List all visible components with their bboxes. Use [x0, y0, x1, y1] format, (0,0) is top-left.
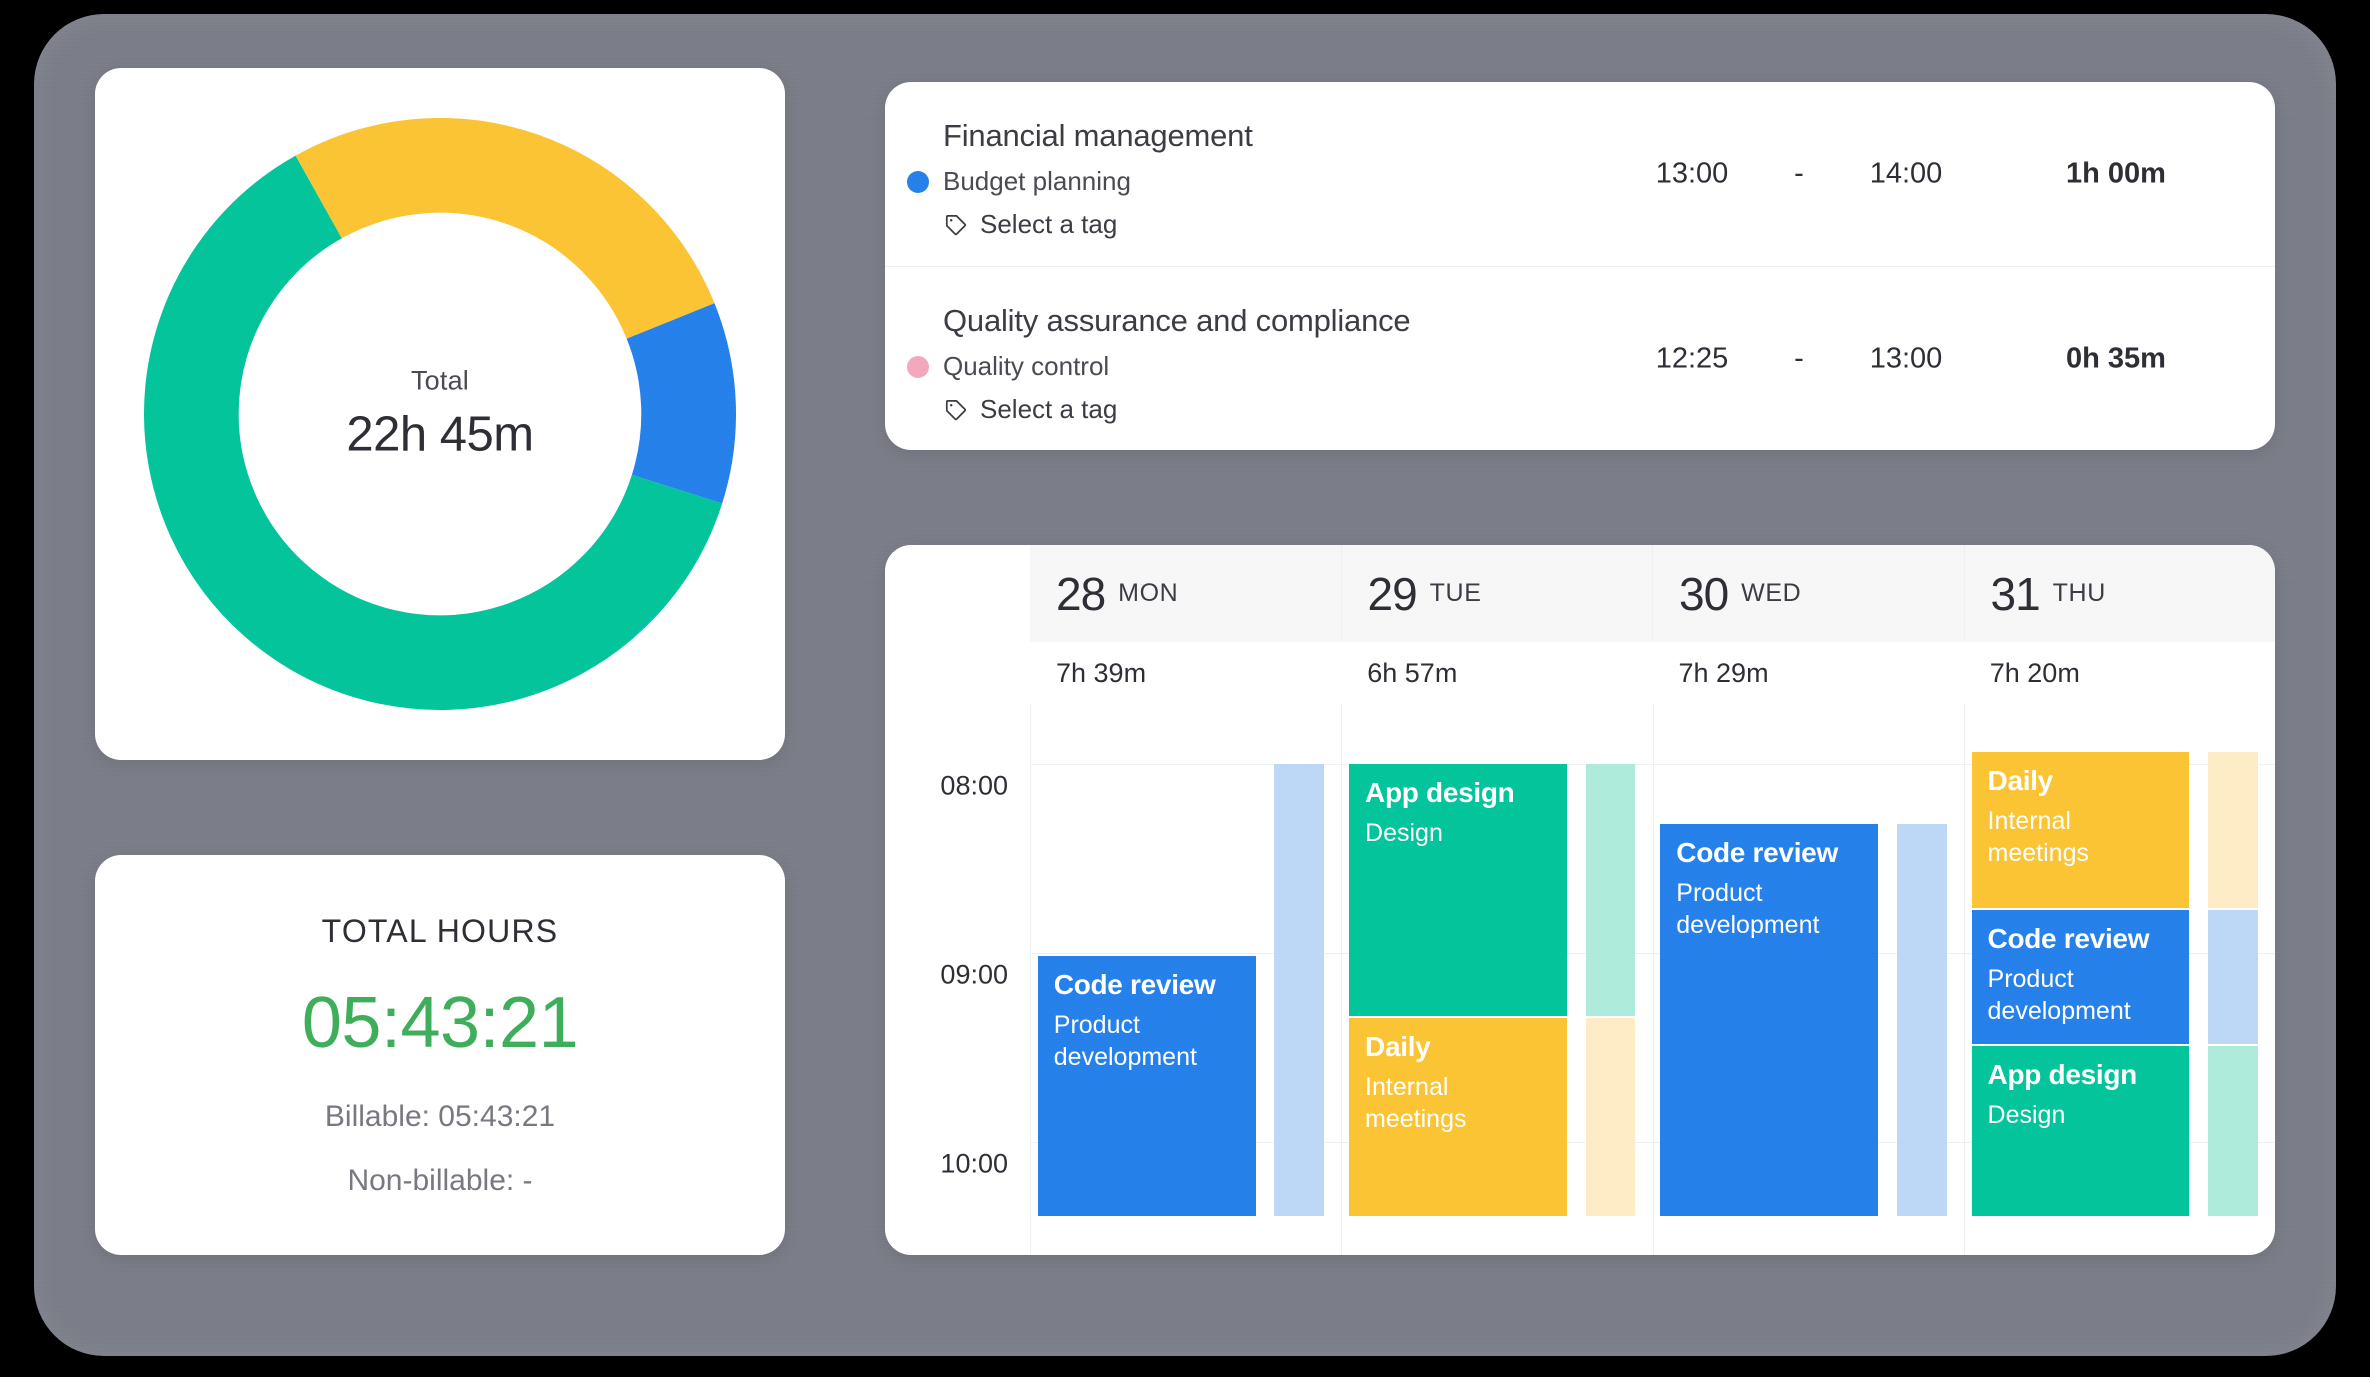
calendar-event-ghost-bar	[1586, 764, 1636, 1016]
calendar-event[interactable]: App design Design	[1349, 764, 1567, 1016]
calendar-event-project: Product development	[1676, 877, 1866, 941]
calendar-day-name: THU	[2053, 579, 2106, 608]
donut-center-label: Total 22h 45m	[144, 366, 736, 463]
task-title: Quality assurance and compliance	[943, 303, 2275, 339]
task-start-time[interactable]: 13:00	[1633, 158, 1751, 191]
calendar-event-title: Daily	[1988, 766, 2178, 796]
calendar-event-ghost-bar	[1586, 1018, 1636, 1216]
calendar-event-ghost-bar	[2208, 752, 2258, 908]
project-color-dot	[907, 171, 929, 193]
calendar-event[interactable]: Code review Product development	[1038, 956, 1256, 1216]
time-distribution-card: Total 22h 45m	[95, 68, 785, 760]
task-time-range: 13:00 - 14:00 1h 00m	[1633, 158, 2211, 191]
hour-label: 09:00	[940, 960, 1008, 991]
tag-icon	[943, 397, 969, 423]
calendar-event-title: Code review	[1054, 970, 1244, 1000]
donut-total-value: 22h 45m	[144, 407, 736, 463]
tag-placeholder: Select a tag	[980, 394, 1117, 425]
calendar-event-project: Internal meetings	[1988, 805, 2178, 869]
calendar-event-title: Code review	[1676, 838, 1866, 868]
donut-total-caption: Total	[144, 366, 736, 397]
table-row[interactable]: Quality assurance and compliance Quality…	[885, 266, 2275, 450]
calendar-event-ghost-bar	[2208, 910, 2258, 1044]
calendar-day-durations: 7h 39m6h 57m7h 29m7h 20m	[1030, 642, 2275, 704]
calendar-day-header: 28 MON 29 TUE 30 WED 31 THU	[1030, 545, 2275, 642]
calendar-event-title: Daily	[1365, 1032, 1555, 1062]
calendar-event-project: Design	[1988, 1099, 2178, 1131]
calendar-day-header-thu[interactable]: 31 THU	[1964, 545, 2276, 642]
total-hours-card: TOTAL HOURS 05:43:21 Billable: 05:43:21 …	[95, 855, 785, 1255]
calendar-day-number: 30	[1679, 567, 1728, 621]
calendar-event[interactable]: Code review Product development	[1660, 824, 1878, 1216]
task-title: Financial management	[943, 118, 2275, 154]
calendar-event[interactable]: Code review Product development	[1972, 910, 2190, 1044]
calendar-event-project: Design	[1365, 817, 1555, 849]
calendar-event[interactable]: Daily Internal meetings	[1972, 752, 2190, 908]
calendar-event-title: Code review	[1988, 924, 2178, 954]
calendar-event-project: Product development	[1988, 963, 2178, 1027]
calendar-event-project: Product development	[1054, 1009, 1244, 1073]
calendar-day-number: 28	[1056, 567, 1105, 621]
total-hours-title: TOTAL HOURS	[95, 913, 785, 950]
donut-slice-2[interactable]	[319, 165, 671, 320]
calendar-event[interactable]: App design Design	[1972, 1046, 2190, 1216]
task-project: Budget planning	[943, 166, 1131, 197]
calendar-event-ghost-bar	[2208, 1046, 2258, 1216]
calendar-day-total-mon: 7h 39m	[1030, 642, 1341, 704]
calendar-event-ghost-bar	[1897, 824, 1947, 1216]
task-end-time[interactable]: 14:00	[1847, 158, 1965, 191]
calendar-event-project: Internal meetings	[1365, 1071, 1555, 1135]
screenshot-root: Total 22h 45m TOTAL HOURS 05:43:21 Billa…	[0, 0, 2370, 1377]
total-hours-timer: 05:43:21	[95, 982, 785, 1064]
time-dash: -	[1751, 158, 1847, 191]
hour-label: 10:00	[940, 1149, 1008, 1180]
task-end-time[interactable]: 13:00	[1847, 342, 1965, 375]
tag-placeholder: Select a tag	[980, 209, 1117, 240]
hour-label: 08:00	[940, 771, 1008, 802]
calendar-day-total-wed: 7h 29m	[1653, 642, 1964, 704]
calendar-day-name: MON	[1118, 579, 1178, 608]
non-billable-hours: Non-billable: -	[95, 1164, 785, 1198]
tag-selector[interactable]: Select a tag	[943, 209, 2275, 240]
task-list-card: Financial management Budget planning Sel…	[885, 82, 2275, 450]
calendar-event-title: App design	[1365, 778, 1555, 808]
calendar-day-number: 29	[1368, 567, 1417, 621]
tag-selector[interactable]: Select a tag	[943, 394, 2275, 425]
project-color-dot	[907, 356, 929, 378]
time-gutter: 08:00 09:00 10:00	[885, 704, 1030, 1255]
calendar-event[interactable]: Daily Internal meetings	[1349, 1018, 1567, 1216]
tag-icon	[943, 212, 969, 238]
calendar-day-name: WED	[1741, 579, 1801, 608]
billable-hours: Billable: 05:43:21	[95, 1100, 785, 1134]
calendar-day-header-tue[interactable]: 29 TUE	[1341, 545, 1653, 642]
calendar-event-title: App design	[1988, 1060, 2178, 1090]
task-duration: 1h 00m	[2021, 158, 2211, 191]
calendar-body[interactable]: 08:00 09:00 10:00 Code review Product devel…	[885, 704, 2275, 1255]
calendar-day-total-thu: 7h 20m	[1964, 642, 2275, 704]
calendar-grid[interactable]: Code review Product development App design…	[1030, 704, 2275, 1255]
calendar-event-ghost-bar	[1274, 764, 1324, 1216]
calendar-day-header-mon[interactable]: 28 MON	[1030, 545, 1341, 642]
table-row[interactable]: Financial management Budget planning Sel…	[885, 82, 2275, 266]
week-calendar-card: 28 MON 29 TUE 30 WED 31 THU 7h 39m6h 57m7h 29m7…	[885, 545, 2275, 1255]
task-start-time[interactable]: 12:25	[1633, 342, 1751, 375]
task-duration: 0h 35m	[2021, 342, 2211, 375]
calendar-day-total-tue: 6h 57m	[1341, 642, 1652, 704]
task-project: Quality control	[943, 351, 1109, 382]
calendar-day-name: TUE	[1430, 579, 1482, 608]
time-dash: -	[1751, 342, 1847, 375]
calendar-day-header-wed[interactable]: 30 WED	[1652, 545, 1964, 642]
calendar-day-number: 31	[1991, 567, 2040, 621]
task-time-range: 12:25 - 13:00 0h 35m	[1633, 342, 2211, 375]
donut-chart[interactable]: Total 22h 45m	[144, 118, 736, 710]
